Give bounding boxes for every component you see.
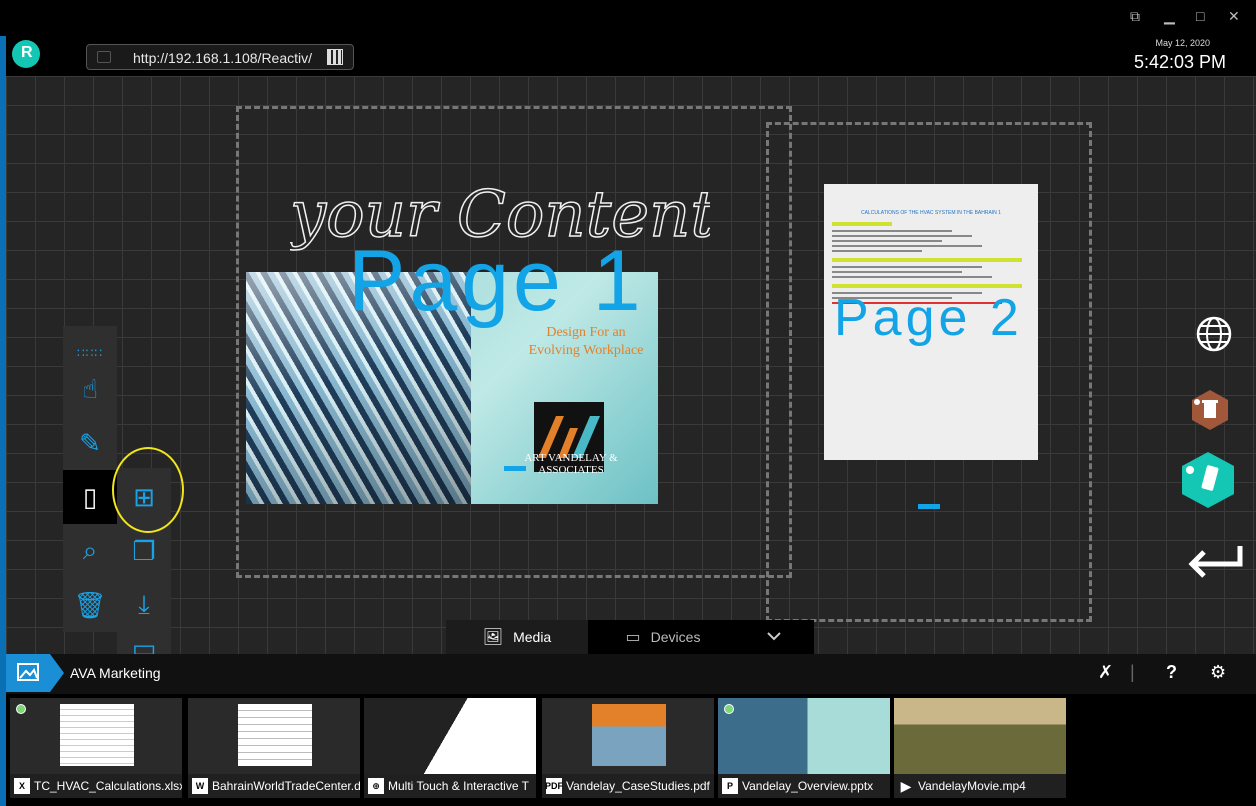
return-arrow-icon[interactable] bbox=[1186, 542, 1244, 578]
doc-highlight bbox=[832, 258, 1022, 262]
no-annotation-icon[interactable]: ✗ bbox=[1098, 662, 1113, 683]
gear-icon[interactable]: ⚙ bbox=[1210, 662, 1226, 683]
minimize-button[interactable]: ▁ bbox=[1164, 8, 1175, 25]
tab-devices[interactable]: ▭ Devices bbox=[588, 620, 738, 654]
case-studies-preview bbox=[592, 704, 666, 766]
lock-icon bbox=[97, 51, 111, 63]
url-bar[interactable]: http://192.168.1.108/Reactiv/ bbox=[86, 44, 354, 70]
media-item[interactable]: ⊕ Multi Touch & Interactive T bbox=[364, 698, 536, 798]
media-item[interactable]: X TC_HVAC_Calculations.xlsx bbox=[10, 698, 182, 798]
left-toolbar: ∷∷∷ ☝ ✎ ▯ ⌕ 🗑 bbox=[63, 326, 117, 632]
breadcrumb-arrow bbox=[50, 654, 64, 692]
close-button[interactable]: ✕ bbox=[1228, 8, 1240, 25]
spreadsheet-preview bbox=[60, 704, 134, 766]
touch-gesture-icon[interactable]: ☝ bbox=[63, 362, 117, 416]
pen-icon[interactable]: ✎ bbox=[63, 416, 117, 470]
company-name: ART VANDELAY & ASSOCIATES bbox=[524, 452, 618, 476]
active-indicator-icon bbox=[16, 704, 26, 714]
folder-label[interactable]: AVA Marketing bbox=[70, 665, 161, 681]
devices-icon: ▭ bbox=[625, 629, 641, 646]
help-button[interactable]: ? bbox=[1166, 662, 1177, 683]
clock-time: 5:42:03 PM bbox=[1133, 52, 1226, 72]
doc-title: CALCULATIONS OF THE HVAC SYSTEM IN THE B… bbox=[861, 210, 1001, 216]
play-icon: ▶ bbox=[900, 777, 912, 794]
word-icon: W bbox=[192, 778, 208, 794]
powerpoint-icon: P bbox=[722, 778, 738, 794]
doc-line bbox=[832, 250, 922, 252]
file-name: BahrainWorldTradeCenter.d bbox=[212, 779, 360, 793]
pdf-export-icon[interactable]: ⤓ bbox=[117, 578, 171, 632]
folder-icon[interactable] bbox=[6, 654, 50, 692]
bottom-tabs: 🖼 Media ▭ Devices bbox=[446, 620, 814, 654]
page-2-indicator bbox=[918, 504, 940, 509]
media-icon: 🖼 bbox=[482, 629, 504, 646]
tab-media[interactable]: 🖼 Media bbox=[446, 620, 588, 654]
file-name: Vandelay_Overview.pptx bbox=[742, 779, 874, 793]
doc-line bbox=[832, 276, 992, 278]
doc-line bbox=[832, 235, 972, 237]
page-1-label: Page 1 bbox=[348, 233, 645, 329]
video-preview bbox=[894, 698, 1066, 774]
url-text: http://192.168.1.108/Reactiv/ bbox=[133, 50, 313, 66]
popout-icon[interactable]: ⧉ bbox=[1130, 8, 1140, 25]
globe-icon: ⊕ bbox=[368, 778, 384, 794]
media-thumbnail-strip: X TC_HVAC_Calculations.xlsx W BahrainWorld… bbox=[6, 694, 1256, 800]
doc-line bbox=[832, 230, 952, 232]
tab-media-label: Media bbox=[513, 629, 552, 645]
page-1-indicator bbox=[504, 466, 526, 471]
annotation-plugin-icon[interactable] bbox=[1178, 450, 1238, 510]
pdf-icon: PDF bbox=[545, 778, 563, 794]
file-name: Vandelay_CaseStudies.pdf bbox=[566, 779, 710, 793]
document-preview bbox=[238, 704, 312, 766]
zoom-page-icon[interactable]: ⌕ bbox=[63, 524, 117, 578]
media-item[interactable]: PDF Vandelay_CaseStudies.pdf bbox=[542, 698, 714, 798]
web-page-preview bbox=[364, 698, 536, 774]
file-name: TC_HVAC_Calculations.xlsx bbox=[34, 779, 182, 793]
trash-icon[interactable]: 🗑 bbox=[63, 578, 117, 632]
doc-line bbox=[832, 266, 982, 268]
page-icon[interactable]: ▯ bbox=[63, 470, 117, 524]
coffee-plugin-icon[interactable] bbox=[1188, 388, 1232, 432]
file-name: Multi Touch & Interactive T bbox=[388, 779, 529, 793]
media-item[interactable]: ▶ VandelayMovie.mp4 bbox=[894, 698, 1066, 798]
media-item[interactable]: P Vandelay_Overview.pptx bbox=[718, 698, 890, 798]
page-2-label: Page 2 bbox=[834, 289, 1023, 347]
doc-line bbox=[832, 245, 982, 247]
doc-line bbox=[832, 271, 962, 273]
media-folder-bar: AVA Marketing ✗ | ? ⚙ bbox=[6, 654, 1256, 694]
presentation-preview bbox=[718, 698, 890, 774]
qr-code-icon[interactable] bbox=[327, 49, 343, 65]
excel-icon: X bbox=[14, 778, 30, 794]
app-logo[interactable]: R bbox=[12, 40, 40, 68]
chevron-down-icon[interactable] bbox=[766, 628, 782, 644]
doc-line bbox=[832, 240, 942, 242]
file-name: VandelayMovie.mp4 bbox=[918, 779, 1026, 793]
window-chrome: ⧉ ▁ □ ✕ bbox=[0, 0, 1256, 36]
tab-devices-label: Devices bbox=[650, 629, 701, 645]
media-item[interactable]: W BahrainWorldTradeCenter.d bbox=[188, 698, 360, 798]
doc-highlight bbox=[832, 222, 892, 226]
active-indicator-icon bbox=[724, 704, 734, 714]
divider: | bbox=[1130, 662, 1135, 682]
globe-icon[interactable] bbox=[1194, 314, 1234, 354]
clock-date: May 12, 2020 bbox=[1155, 38, 1210, 48]
yellow-highlight-circle bbox=[112, 447, 184, 533]
maximize-button[interactable]: □ bbox=[1196, 8, 1204, 24]
